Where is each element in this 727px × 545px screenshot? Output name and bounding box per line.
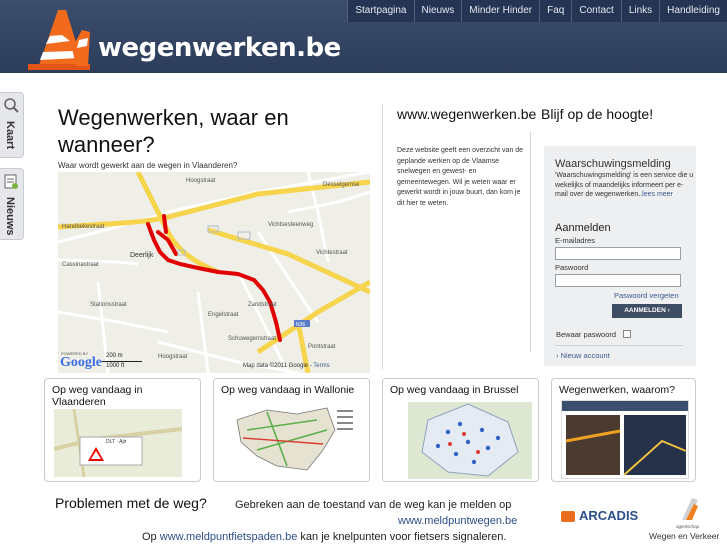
wegen-verkeer-small: agentschap — [676, 524, 700, 529]
forgot-password-link[interactable]: Paswoord vergeten — [614, 291, 679, 300]
scale-feet: 1000 ft — [106, 363, 125, 369]
map-label-harelbekestraat: Harelbekestraat — [62, 224, 105, 230]
card-waarom-thumb — [561, 400, 689, 479]
nav-faq[interactable]: Faq — [539, 0, 571, 22]
nav-links[interactable]: Links — [620, 0, 659, 22]
nav-handleiding[interactable]: Handleiding — [659, 0, 727, 22]
stay-updated-title: Blijf op de hoogte! — [541, 106, 654, 122]
magnifier-icon — [4, 98, 19, 113]
scale-meters: 200 m — [106, 353, 123, 359]
problems-text: Gebreken aan de toestand van de weg kan … — [235, 499, 512, 511]
column-divider — [382, 104, 383, 369]
wegen-verkeer-logo[interactable]: Wegen en Verkeer — [649, 531, 719, 541]
map-label-engelstraat: Engelstraat — [208, 312, 239, 318]
card-brussel-thumb — [408, 402, 532, 479]
roadworks-map[interactable]: N36 Hoogstraat Harelbekestraat Deerlijk … — [58, 172, 370, 373]
wegen-verkeer-logo-mark — [682, 498, 698, 520]
arcadis-logo[interactable]: ARCADIS — [579, 508, 638, 523]
map-label-hoogstraat: Hoogstraat — [186, 178, 216, 184]
site-logo-text[interactable]: wegenwerken.be — [98, 33, 341, 63]
news-icon — [4, 174, 18, 189]
site-header: wegenwerken.be Startpagina Nieuws Minder… — [0, 0, 727, 73]
meldpuntwegen-link[interactable]: www.meldpuntwegen.be — [398, 515, 517, 527]
card-wallonie-title: Op weg vandaag in Wallonie — [221, 384, 355, 396]
card-wallonie-thumb — [227, 400, 357, 479]
email-label: E-mailadres — [555, 236, 596, 245]
map-label-cassinastraat: Cassinastraat — [62, 262, 99, 268]
new-account-link[interactable]: › Nieuw account — [556, 351, 610, 360]
bike-suffix: kan je knelpunten voor fietsers signaler… — [300, 531, 507, 543]
password-field[interactable] — [555, 274, 681, 287]
nav-startpagina[interactable]: Startpagina — [347, 0, 413, 22]
side-tab-kaart[interactable]: Kaart — [0, 92, 24, 158]
map-label-schuwegemstraat: Schuwegemstraat — [228, 336, 277, 342]
card-brussel[interactable]: Op weg vandaag in Brussel — [382, 378, 539, 482]
map-caption: Waar wordt gewerkt aan de wegen in Vlaan… — [58, 161, 238, 170]
map-roads: N36 — [58, 172, 370, 373]
remember-password-label: Bewaar paswoord — [556, 330, 617, 339]
meldpuntfietspaden-link[interactable]: www.meldpuntfietspaden.be — [160, 531, 298, 543]
top-navigation: Startpagina Nieuws Minder Hinder Faq Con… — [347, 0, 727, 22]
side-tab-kaart-label: Kaart — [4, 121, 16, 150]
map-label-desselgemse: Desselgemse — [323, 182, 360, 188]
map-label-vichtsesteenweg: Vichtsesteenweg — [268, 222, 314, 228]
map-label-pontstraat: Pontstraat — [308, 344, 336, 350]
road-badge: N36 — [296, 322, 305, 328]
card-brussel-title: Op weg vandaag in Brussel — [390, 384, 519, 396]
remember-password-checkbox[interactable] — [623, 330, 631, 338]
warning-text: 'Waarschuwingsmelding' is een service di… — [555, 171, 695, 200]
bike-prefix: Op — [142, 531, 157, 543]
email-field[interactable] — [555, 247, 681, 260]
site-intro-title: www.wegenwerken.be — [397, 106, 537, 122]
card-vlaanderen-thumb: DLT · Ajir — [54, 409, 182, 477]
side-tab-nieuws[interactable]: Nieuws — [0, 168, 24, 240]
main-title: Wegenwerken, waar en wanneer? — [58, 105, 289, 157]
read-more-link[interactable]: lees meer — [642, 191, 673, 198]
arcadis-logo-mark — [561, 511, 575, 522]
map-attribution: Map data ©2011 Google - Terms — [243, 363, 330, 369]
password-label: Paswoord — [555, 263, 589, 272]
map-label-stationsstraat: Stationsstraat — [90, 302, 127, 308]
map-attribution-text: Map data ©2011 Google - — [243, 363, 312, 369]
card-waarom-title: Wegenwerken, waarom? — [559, 384, 675, 396]
nav-nieuws[interactable]: Nieuws — [413, 0, 462, 22]
map-label-zandstraat: Zandstraat — [248, 302, 277, 308]
login-title: Aanmelden — [555, 222, 611, 234]
traffic-cone-icon[interactable] — [24, 8, 94, 70]
login-separator — [555, 345, 683, 346]
login-button[interactable]: AANMELDEN › — [612, 304, 682, 318]
new-account-label: Nieuw account — [560, 351, 610, 360]
google-logo[interactable]: Google — [60, 355, 102, 371]
warning-title: Waarschuwingsmelding — [555, 158, 671, 170]
login-button-label: AANMELDEN — [624, 307, 666, 314]
card-vlaanderen-title: Op weg vandaag in Vlaanderen — [52, 384, 143, 408]
card-vlaanderen-thumb-text: DLT · Ajir — [106, 439, 127, 445]
problems-title: Problemen met de weg? — [55, 495, 207, 511]
card-waarom[interactable]: Wegenwerken, waarom? — [551, 378, 696, 482]
map-label-vichtestraat: Vichtestraat — [316, 250, 348, 256]
map-scale-bar: 200 m 1000 ft — [102, 353, 192, 371]
nav-contact[interactable]: Contact — [571, 0, 620, 22]
map-label-deerlijk: Deerlijk — [130, 252, 154, 259]
card-vlaanderen[interactable]: Op weg vandaag in Vlaanderen DLT · Ajir — [44, 378, 201, 482]
column-divider-2 — [530, 132, 531, 352]
nav-minder-hinder[interactable]: Minder Hinder — [461, 0, 539, 22]
map-terms-link[interactable]: Terms — [313, 363, 329, 369]
bike-report-text: Op www.meldpuntfietspaden.be kan je knel… — [142, 531, 506, 543]
side-tab-nieuws-label: Nieuws — [4, 197, 16, 236]
card-wallonie[interactable]: Op weg vandaag in Wallonie — [213, 378, 370, 482]
site-intro-text: Deze website geeft een overzicht van de … — [397, 147, 524, 207]
